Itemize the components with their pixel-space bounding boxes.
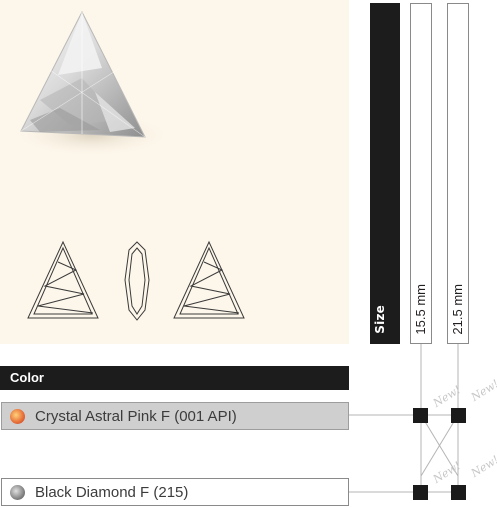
color-name: Crystal Astral Pink F (001 API) (35, 407, 237, 425)
availability-marker (451, 485, 466, 500)
color-row-crystal-astral-pink[interactable]: Crystal Astral Pink F (001 API) (1, 402, 349, 430)
color-row-black-diamond[interactable]: Black Diamond F (215) (1, 478, 349, 506)
pink-swatch-icon (10, 408, 25, 424)
availability-marker (413, 485, 428, 500)
availability-marker (451, 408, 466, 423)
availability-grid (349, 344, 466, 500)
black-diamond-swatch-icon (10, 484, 25, 500)
availability-marker (413, 408, 428, 423)
color-name: Black Diamond F (215) (35, 483, 189, 501)
